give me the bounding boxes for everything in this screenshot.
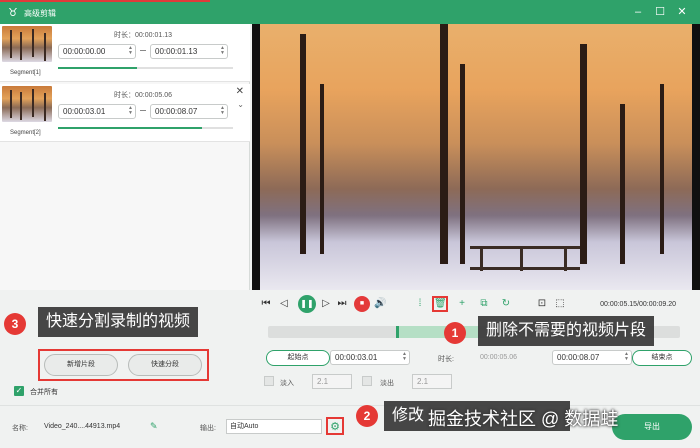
gear-icon[interactable]: ⚙: [326, 417, 344, 435]
segment-progress: [58, 127, 233, 129]
range-end-field[interactable]: 00:00:08.07 ▲ ▼: [552, 350, 632, 365]
delete-segment-icon[interactable]: ✕: [236, 86, 244, 97]
add-icon[interactable]: +: [456, 298, 468, 310]
bench: [470, 246, 580, 271]
segment-duration: 时长：00:00:05.06: [114, 92, 172, 99]
segment-end-field[interactable]: 00:00:01.13 ▲ ▼: [150, 44, 228, 59]
set-end-button[interactable]: 结束点: [632, 350, 692, 366]
callout-badge-1: 1: [444, 322, 466, 344]
segment-progress: [58, 67, 233, 69]
volume-icon[interactable]: 🔊: [374, 298, 386, 310]
fade-in-checkbox[interactable]: [264, 376, 274, 386]
stop-button[interactable]: ■: [354, 296, 370, 312]
video-preview: [252, 24, 700, 290]
merge-all-label: 合并所有: [30, 389, 58, 396]
segment-thumbnail: [2, 26, 52, 62]
quick-split-button[interactable]: 快速分段: [128, 354, 202, 376]
window-title: 高级剪辑: [24, 9, 56, 18]
segment-item[interactable]: Segment[1] 时长：00:00:01.13 00:00:00.00 ▲ ▼ …: [0, 24, 250, 82]
next-frame-icon[interactable]: ▷: [320, 298, 332, 310]
fade-out-checkbox[interactable]: [362, 376, 372, 386]
watermark: 掘金技术社区 @ 数据蛙: [428, 409, 619, 429]
segment-duration: 时长：00:00:01.13: [114, 32, 172, 39]
delete-icon[interactable]: 🗑: [432, 296, 448, 312]
split-icon[interactable]: ⁞: [414, 298, 426, 310]
timecode: 00:00:05.15/00:00:09.20: [600, 301, 676, 308]
segment-item[interactable]: Segment[2] 时长：00:00:05.06 00:00:03.01 ▲ ▼ …: [0, 84, 250, 142]
export-button[interactable]: 导出: [612, 414, 692, 440]
segment-start-field[interactable]: 00:00:03.01 ▲ ▼: [58, 104, 136, 119]
callout-badge-2: 2: [356, 405, 378, 427]
range-row: 起始点 00:00:03.01 ▲ ▼ 时长: 00:00:05.06 00:00:…: [262, 346, 700, 368]
play-button[interactable]: ❚❚: [298, 295, 316, 313]
name-label: 名称:: [12, 425, 28, 432]
fade-in-field[interactable]: 2.1: [312, 374, 352, 389]
duration-label: 时长:: [438, 356, 454, 363]
fade-in-label: 淡入: [280, 380, 294, 387]
file-name: Video_240....44913.mp4: [44, 423, 121, 430]
fade-row: 淡入 2.1 淡出 2.1: [262, 372, 700, 392]
undo-icon[interactable]: ↻: [500, 298, 512, 310]
close-window-icon[interactable]: ✕: [674, 4, 690, 20]
segment-name: Segment[2]: [10, 130, 41, 136]
prev-frame-icon[interactable]: ◁: [278, 298, 290, 310]
callout-delete-segment: 删除不需要的视频片段: [478, 316, 655, 346]
maximize-icon[interactable]: ☐: [652, 4, 668, 20]
app-logo-icon: ♉: [8, 7, 18, 19]
output-label: 输出:: [200, 425, 216, 432]
callout-badge-3: 3: [4, 313, 26, 335]
chevron-down-icon[interactable]: ⌄: [237, 100, 244, 109]
minimize-icon[interactable]: –: [630, 4, 646, 20]
snapshot-icon[interactable]: ⊡: [536, 298, 548, 310]
video-frame: [260, 24, 692, 290]
copy-icon[interactable]: ⧉: [478, 298, 490, 310]
go-end-icon[interactable]: ⏭: [336, 298, 348, 310]
fade-out-label: 淡出: [380, 380, 394, 387]
crop-icon[interactable]: ⬚: [554, 298, 566, 310]
callout-quick-split: 快速分割录制的视频: [38, 307, 199, 337]
merge-all-checkbox[interactable]: ✓: [14, 386, 24, 396]
range-start-field[interactable]: 00:00:03.01 ▲ ▼: [330, 350, 410, 365]
fade-out-field[interactable]: 2.1: [412, 374, 452, 389]
output-select[interactable]: 自动Auto: [226, 419, 322, 434]
player-controls: ⏮ ◁ ❚❚ ▷ ⏭ ■ 🔊 ⁞ 🗑 + ⧉ ↻ ⊡ ⬚ 00:00:05.15…: [252, 292, 700, 316]
set-start-button[interactable]: 起始点: [266, 350, 330, 366]
segment-list: Segment[1] 时长：00:00:01.13 00:00:00.00 ▲ ▼ …: [0, 24, 250, 290]
go-start-icon[interactable]: ⏮: [260, 298, 272, 310]
title-bar: ♉ 高级剪辑 – ☐ ✕: [0, 0, 700, 24]
segment-start-field[interactable]: 00:00:00.00 ▲ ▼: [58, 44, 136, 59]
segment-end-field[interactable]: 00:00:08.07 ▲ ▼: [150, 104, 228, 119]
title-accent-line: [0, 0, 210, 2]
edit-name-icon[interactable]: ✎: [150, 421, 158, 432]
new-segment-button[interactable]: 新增片段: [44, 354, 118, 376]
segment-name: Segment[1]: [10, 70, 41, 76]
duration-value: 00:00:05.06: [480, 354, 517, 361]
segment-thumbnail: [2, 86, 52, 122]
